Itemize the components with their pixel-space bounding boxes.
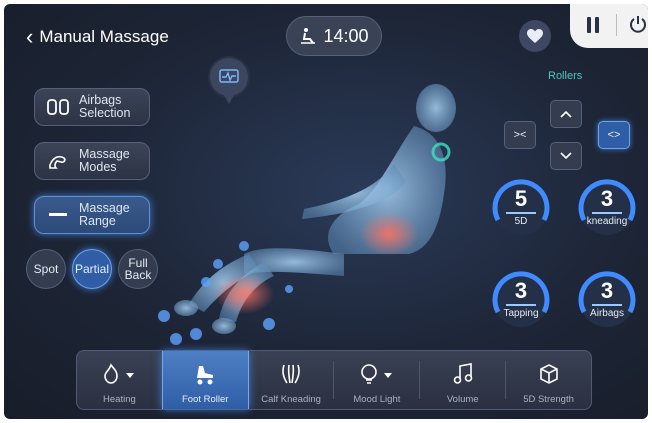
gauge-bar xyxy=(506,212,536,214)
range-icon xyxy=(43,212,73,218)
pause-button[interactable] xyxy=(586,16,600,39)
chevron-up-icon xyxy=(560,110,572,118)
gauge-label: 5D xyxy=(514,216,528,227)
gauge-bar xyxy=(592,304,622,306)
gauge-airbags[interactable]: 3 Airbags xyxy=(576,268,638,330)
heart-icon xyxy=(527,28,543,43)
partial-label: Partial xyxy=(74,262,109,276)
bottom-toolbar: Heating Foot Roller Calf Kneading Mood L… xyxy=(76,350,592,410)
gauge-value: 3 xyxy=(514,278,528,303)
gauge-tapping[interactable]: 3 Tapping xyxy=(490,268,552,330)
roller-wide-button[interactable]: <> xyxy=(598,121,630,149)
roller-up-button[interactable] xyxy=(550,100,582,128)
range-label-2: Range xyxy=(79,214,116,228)
timer-value: 14:00 xyxy=(323,25,369,46)
timer-button[interactable]: 14:00 xyxy=(286,16,382,56)
foot-roller-label: Foot Roller xyxy=(182,394,229,405)
gauge-value: 3 xyxy=(600,278,614,303)
roller-narrow-button[interactable]: >< xyxy=(504,121,536,149)
5d-strength-button[interactable]: 5D Strength xyxy=(506,351,591,409)
volume-label: Volume xyxy=(446,394,479,405)
calf-kneading-label: Calf Kneading xyxy=(261,394,321,405)
calf-kneading-button[interactable]: Calf Kneading xyxy=(249,351,334,409)
top-right-controls xyxy=(570,4,648,48)
chevron-left-icon: ‹ xyxy=(26,24,34,49)
massage-modes-button[interactable]: Massage Modes xyxy=(34,142,150,180)
divider xyxy=(616,14,617,36)
gauge-kneading[interactable]: 3 kneading xyxy=(576,176,638,238)
power-icon xyxy=(630,16,646,33)
bulb-icon xyxy=(361,364,392,384)
music-note-icon xyxy=(453,363,473,384)
airbags-selection-button[interactable]: Airbags Selection xyxy=(34,88,150,126)
foot-roller-icon xyxy=(197,366,214,385)
gauge-5d[interactable]: 5 5D xyxy=(490,176,552,238)
calf-icon xyxy=(282,364,300,384)
roller-wide-label: <> xyxy=(607,129,621,141)
heating-label: Heating xyxy=(103,394,136,405)
airbags-icon xyxy=(43,97,73,117)
spot-label: Spot xyxy=(33,262,59,276)
chevron-down-icon xyxy=(560,152,572,160)
roller-narrow-label: >< xyxy=(513,129,527,141)
mood-light-button[interactable]: Mood Light xyxy=(334,351,419,409)
foot-roller-button[interactable]: Foot Roller xyxy=(161,351,249,409)
gauge-value: 3 xyxy=(600,186,614,211)
airbags-label-2: Selection xyxy=(79,106,131,120)
5d-strength-label: 5D Strength xyxy=(523,394,574,405)
spot-button[interactable]: Spot xyxy=(26,249,66,289)
recline-icon xyxy=(301,28,316,44)
gauge-bar xyxy=(506,304,536,306)
massage-range-button[interactable]: Massage Range xyxy=(34,196,150,234)
pause-icon xyxy=(587,17,599,33)
heating-button[interactable]: Heating xyxy=(77,351,162,409)
hand-icon xyxy=(43,151,73,171)
rollers-label: Rollers xyxy=(548,70,583,82)
page-title: Manual Massage xyxy=(39,27,169,46)
partial-button[interactable]: Partial xyxy=(72,249,112,289)
volume-button[interactable]: Volume xyxy=(420,351,505,409)
gauge-bar xyxy=(592,212,622,214)
cube-icon xyxy=(539,364,558,384)
full-back-label: Full Back xyxy=(124,256,152,282)
power-button[interactable] xyxy=(628,14,648,39)
flame-icon xyxy=(104,363,135,384)
roller-down-button[interactable] xyxy=(550,142,582,170)
mood-light-label: Mood Light xyxy=(353,394,401,405)
body-figure xyxy=(158,84,456,345)
gauge-value: 5 xyxy=(514,186,528,211)
full-back-button[interactable]: Full Back xyxy=(118,249,158,289)
gauge-label: Tapping xyxy=(503,308,539,319)
modes-label-2: Modes xyxy=(79,160,117,174)
gauge-label: kneading xyxy=(586,216,628,227)
gauge-label: Airbags xyxy=(590,308,624,319)
favorite-button[interactable] xyxy=(519,20,551,52)
massage-screen: ‹ Manual Massage 14:00 Airbags Selection… xyxy=(4,4,648,419)
back-button[interactable]: ‹ Manual Massage xyxy=(26,24,169,50)
